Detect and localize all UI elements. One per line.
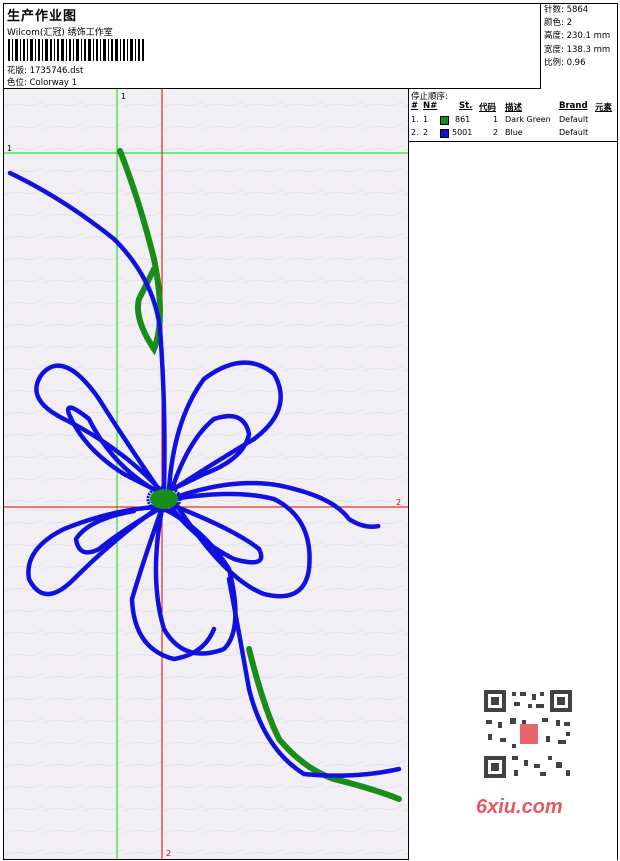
guide-label-v2: 2 <box>166 849 171 858</box>
row-brand: Default <box>559 128 589 137</box>
design-width: 宽度: 138.3 mm <box>544 44 611 55</box>
table-row: 1. 1 861 1 Dark Green Default <box>409 115 617 127</box>
col-code: 代码 <box>479 103 497 113</box>
design-preview: 1 1 2 2 <box>4 89 409 860</box>
embroidery-drawing: 1 1 2 2 <box>4 89 408 860</box>
company-name: Wilcom(汇冠) 绣饰工作室 <box>7 28 113 38</box>
row-code: 1 <box>493 115 499 124</box>
table-row: 2. 2 5001 2 Blue Default <box>409 128 617 140</box>
sheet-header: 生产作业图 Wilcom(汇冠) 绣饰工作室 花版: 1735746.dst 色… <box>4 4 617 89</box>
sheet-title: 生产作业图 <box>7 9 78 24</box>
row-description: Blue <box>505 128 523 137</box>
row-stitches: 5001 <box>452 128 473 137</box>
col-brand: Brand <box>559 101 588 111</box>
col-needle: N# <box>423 101 438 111</box>
design-scale: 比例: 0.96 <box>544 57 586 68</box>
watermark-seal-icon <box>520 724 538 744</box>
row-brand: Default <box>559 115 589 124</box>
row-needle: 1 <box>423 115 429 124</box>
row-needle: 2 <box>423 128 429 137</box>
col-stitches: St. <box>459 101 473 111</box>
colorway: 色位: Colorway 1 <box>7 78 78 88</box>
guide-label-h2: 2 <box>396 498 401 507</box>
row-stitches: 861 <box>455 115 471 124</box>
color-count: 颜色: 2 <box>544 18 572 29</box>
barcode <box>8 39 144 61</box>
design-file: 花版: 1735746.dst <box>7 66 84 76</box>
watermark-site: 6xiu.com <box>476 796 563 818</box>
stitch-count: 针数: 5864 <box>544 5 589 15</box>
guide-label-h1: 1 <box>7 144 12 153</box>
production-sheet: 生产作业图 Wilcom(汇冠) 绣饰工作室 花版: 1735746.dst 色… <box>3 3 618 860</box>
color-swatch-green <box>440 116 449 125</box>
row-code: 2 <box>493 128 499 137</box>
row-index: 1. <box>411 115 419 124</box>
qr-code-icon <box>482 688 574 780</box>
guide-label-v1: 1 <box>121 92 126 101</box>
design-height: 高度: 230.1 mm <box>544 31 611 42</box>
col-index: # <box>411 101 419 111</box>
row-index: 2. <box>411 128 419 137</box>
stats-panel: 针数: 5864 颜色: 2 高度: 230.1 mm 宽度: 138.3 mm… <box>540 4 617 89</box>
flower-center-green <box>150 489 178 509</box>
col-description: 描述 <box>505 103 523 113</box>
col-element: 元素 <box>595 103 613 113</box>
color-swatch-blue <box>440 129 449 138</box>
stop-sequence-table: 停止顺序: # N# St. 代码 描述 Brand 元素 1. 1 861 1… <box>409 89 617 142</box>
row-description: Dark Green <box>505 115 551 124</box>
